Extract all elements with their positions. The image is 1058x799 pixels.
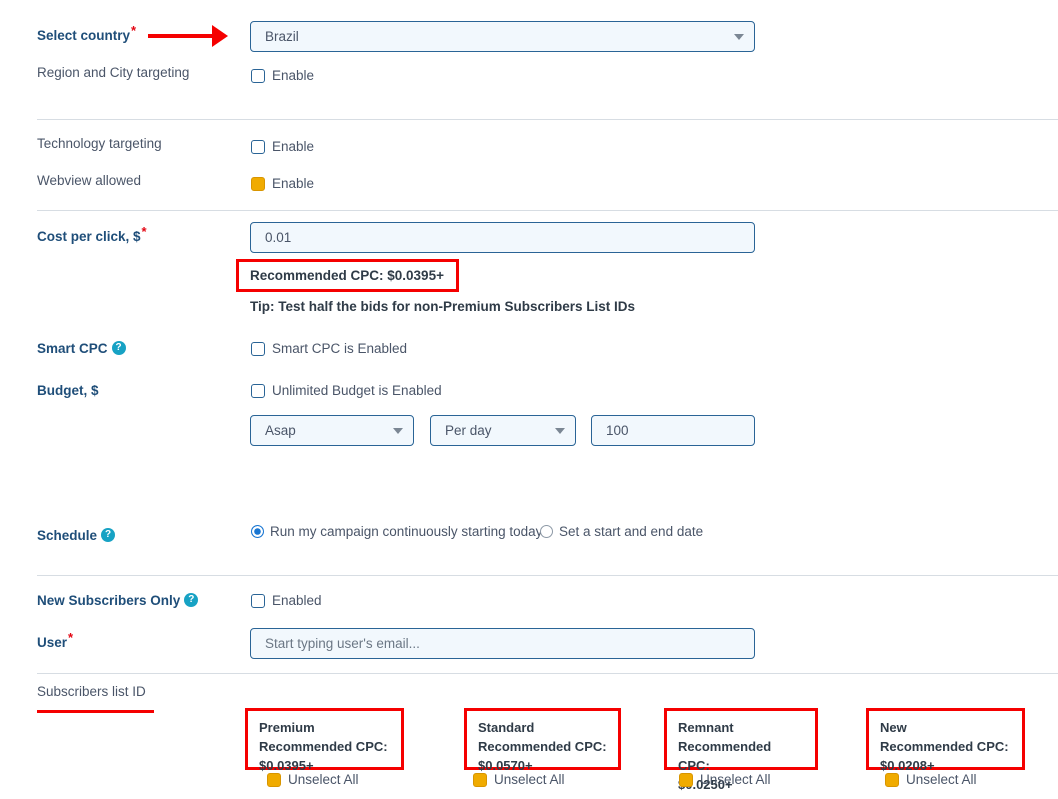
subscriber-card-title: Premium <box>259 720 315 735</box>
user-label: User* <box>37 631 73 652</box>
smart-cpc-row[interactable]: Smart CPC is Enabled <box>251 341 407 356</box>
budget-period-select-wrapper[interactable]: Per day <box>430 415 576 446</box>
smart-cpc-checkbox[interactable] <box>251 341 265 356</box>
subscriber-card-remnant-unselect-row[interactable]: Unselect All <box>679 772 771 787</box>
subscriber-card-cpc-label: Recommended CPC: <box>678 739 772 773</box>
country-select-wrapper[interactable]: Brazil <box>250 21 755 52</box>
schedule-continuous-radio[interactable] <box>251 525 264 538</box>
smart-cpc-label-text: Smart CPC <box>37 341 108 356</box>
subscriber-card-new: New Recommended CPC: $0.0208+ <box>866 708 1025 773</box>
region-city-targeting-label: Region and City targeting <box>37 65 190 80</box>
budget-label: Budget, $ <box>37 383 99 398</box>
section-divider-3 <box>37 575 1058 576</box>
unlimited-budget-row[interactable]: Unlimited Budget is Enabled <box>251 383 442 398</box>
budget-start-select-wrapper[interactable]: Asap <box>250 415 414 446</box>
select-country-label: Select country* <box>37 24 136 45</box>
select-country-label-text: Select country <box>37 28 131 43</box>
subscriber-card-cpc: Recommended CPC: $0.0208+ <box>880 737 1012 775</box>
help-icon[interactable]: ? <box>184 593 199 608</box>
region-city-enable-checkbox[interactable] <box>251 68 265 83</box>
red-arrow-head <box>212 25 228 47</box>
subscriber-card-standard-unselect-label: Unselect All <box>494 772 565 787</box>
subscriber-card-cpc-label: Recommended CPC: <box>259 739 388 754</box>
webview-enable-row[interactable]: Enable <box>251 176 314 191</box>
cost-per-click-input[interactable] <box>250 222 755 253</box>
subscriber-card-title: Remnant <box>678 720 734 735</box>
subscriber-card-cpc-label: Recommended CPC: <box>880 739 1009 754</box>
unlimited-budget-checkbox[interactable] <box>251 383 265 398</box>
region-city-enable-row[interactable]: Enable <box>251 68 314 83</box>
subscriber-card-premium-checkbox[interactable] <box>267 772 281 787</box>
subscriber-card-standard: Standard Recommended CPC: $0.0570+ <box>464 708 621 773</box>
subscriber-card-cpc-value: $0.0208+ <box>880 758 935 773</box>
subscriber-card-title: New <box>880 720 907 735</box>
technology-targeting-label: Technology targeting <box>37 136 162 151</box>
user-label-text: User <box>37 635 68 650</box>
budget-amount-input[interactable] <box>591 415 755 446</box>
schedule-label-text: Schedule <box>37 528 98 543</box>
subscriber-card-cpc-value: $0.0570+ <box>478 758 533 773</box>
budget-start-select[interactable]: Asap <box>250 415 414 446</box>
country-select[interactable]: Brazil <box>250 21 755 52</box>
subscriber-card-cpc-label: Recommended CPC: <box>478 739 607 754</box>
budget-period-select[interactable]: Per day <box>430 415 576 446</box>
technology-enable-label: Enable <box>272 139 315 154</box>
webview-allowed-label: Webview allowed <box>37 173 142 188</box>
schedule-dates-row[interactable]: Set a start and end date <box>540 524 703 539</box>
technology-enable-checkbox[interactable] <box>251 139 265 154</box>
subscriber-card-remnant-unselect-label: Unselect All <box>700 772 771 787</box>
subscriber-card-premium: Premium Recommended CPC: $0.0395+ <box>245 708 404 773</box>
smart-cpc-label: Smart CPC? <box>37 340 126 358</box>
subscriber-card-standard-unselect-row[interactable]: Unselect All <box>473 772 565 787</box>
subscriber-card-cpc-value: $0.0395+ <box>259 758 314 773</box>
webview-enable-label: Enable <box>272 176 315 191</box>
subscriber-card-remnant-checkbox[interactable] <box>679 772 693 787</box>
schedule-label: Schedule? <box>37 527 116 545</box>
new-subscribers-row[interactable]: Enabled <box>251 593 322 608</box>
required-asterisk: * <box>68 629 74 645</box>
subscriber-card-new-unselect-row[interactable]: Unselect All <box>885 772 977 787</box>
section-divider-1 <box>37 119 1058 120</box>
red-arrow-shaft <box>148 34 216 38</box>
help-icon[interactable]: ? <box>111 341 126 356</box>
subscriber-card-remnant: Remnant Recommended CPC: $0.0250+ <box>664 708 818 792</box>
cpc-tip-text: Tip: Test half the bids for non-Premium … <box>250 299 636 314</box>
required-asterisk: * <box>131 22 137 38</box>
help-icon[interactable]: ? <box>101 528 116 543</box>
new-subscribers-checkbox[interactable] <box>251 593 265 608</box>
subscriber-card-new-unselect-label: Unselect All <box>906 772 977 787</box>
subscriber-card-cpc: Recommended CPC: $0.0395+ <box>259 737 391 775</box>
subscribers-list-id-underline <box>37 710 154 713</box>
subscribers-list-id-label: Subscribers list ID <box>37 684 146 699</box>
subscriber-card-premium-unselect-label: Unselect All <box>288 772 359 787</box>
schedule-dates-radio[interactable] <box>540 525 553 538</box>
new-subscribers-only-label-text: New Subscribers Only <box>37 593 181 608</box>
section-divider-2 <box>37 210 1058 211</box>
subscriber-card-new-checkbox[interactable] <box>885 772 899 787</box>
technology-enable-row[interactable]: Enable <box>251 139 314 154</box>
required-asterisk: * <box>141 223 147 239</box>
section-divider-4 <box>37 673 1058 674</box>
recommended-cpc-text: Recommended CPC: $0.0395+ <box>250 268 444 283</box>
subscriber-card-standard-checkbox[interactable] <box>473 772 487 787</box>
new-subscribers-label: Enabled <box>272 593 322 608</box>
new-subscribers-only-label: New Subscribers Only? <box>37 592 199 610</box>
unlimited-budget-label: Unlimited Budget is Enabled <box>272 383 442 398</box>
smart-cpc-checkbox-label: Smart CPC is Enabled <box>272 341 408 356</box>
webview-enable-checkbox[interactable] <box>251 176 265 191</box>
cost-per-click-label: Cost per click, $* <box>37 225 147 246</box>
schedule-continuous-row[interactable]: Run my campaign continuously starting to… <box>251 524 542 539</box>
schedule-dates-label: Set a start and end date <box>559 524 704 539</box>
subscriber-card-premium-unselect-row[interactable]: Unselect All <box>267 772 359 787</box>
subscriber-card-title: Standard <box>478 720 535 735</box>
user-email-input[interactable] <box>250 628 755 659</box>
region-city-enable-label: Enable <box>272 68 315 83</box>
schedule-continuous-label: Run my campaign continuously starting to… <box>270 524 543 539</box>
cost-per-click-label-text: Cost per click, $ <box>37 229 141 244</box>
subscriber-card-cpc: Recommended CPC: $0.0570+ <box>478 737 608 775</box>
